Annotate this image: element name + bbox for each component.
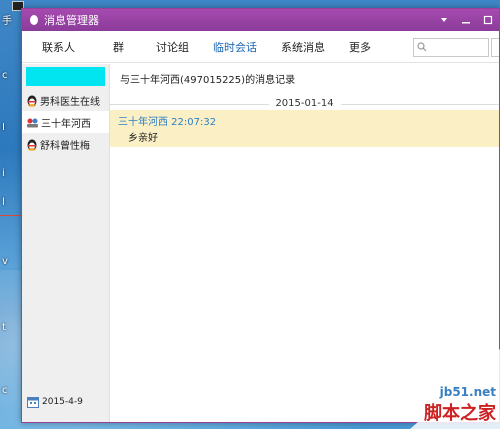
desktop-label: c: [2, 70, 8, 81]
menu-system-messages[interactable]: 系统消息: [269, 39, 337, 55]
group-icon: [27, 118, 38, 127]
qq-penguin-icon: [27, 95, 37, 106]
date-picker-value: 2015-4-9: [42, 397, 83, 407]
contact-name: 男科医生在线: [40, 96, 100, 108]
watermark: jb51.net 脚本之家: [424, 385, 496, 425]
menu-bar: 联系人 群 讨论组 临时会话 系统消息 更多: [22, 31, 499, 63]
watermark-name: 脚本之家: [424, 403, 496, 424]
search-icon: [417, 42, 427, 52]
minimize-button[interactable]: [433, 9, 455, 31]
maximize-button[interactable]: [477, 9, 499, 31]
contact-item[interactable]: 舒科曾性梅: [22, 133, 109, 155]
menu-more[interactable]: 更多: [337, 39, 383, 55]
contact-item-selected[interactable]: 三十年河西: [22, 111, 109, 133]
desktop-label: v: [2, 256, 8, 267]
contact-item[interactable]: 男科医生在线: [22, 89, 109, 111]
menu-temp-sessions[interactable]: 临时会话: [201, 39, 269, 55]
menu-discussions[interactable]: 讨论组: [144, 39, 201, 55]
contact-sidebar: 男科医生在线 三十年河西 舒科曾性梅 2015-4-9: [22, 64, 110, 422]
window-title: 消息管理器: [44, 14, 99, 27]
maximize-icon: [483, 15, 493, 25]
date-label: 2015-01-14: [268, 98, 341, 109]
contact-name: 三十年河西: [41, 118, 91, 130]
menu-extra-button[interactable]: [491, 38, 499, 57]
watermark-site: jb51.net: [439, 385, 496, 399]
desktop-label: i: [2, 168, 5, 179]
message-item[interactable]: 三十年河西 22:07:32 乡亲好: [110, 110, 499, 147]
chevron-down-icon: [441, 18, 447, 22]
message-sender-time: 三十年河西 22:07:32: [118, 117, 217, 128]
contact-name: 舒科曾性梅: [40, 140, 90, 152]
menu-groups[interactable]: 群: [101, 39, 144, 55]
sidebar-search-field[interactable]: [26, 67, 105, 86]
menu-contacts[interactable]: 联系人: [22, 39, 101, 55]
desktop-label: 手: [2, 16, 12, 27]
titlebar[interactable]: 消息管理器: [22, 9, 499, 31]
date-separator: 2015-01-14: [110, 98, 499, 110]
qq-penguin-icon: [30, 15, 38, 25]
desktop-label: c: [2, 385, 8, 396]
desktop-label: Ⅰ: [2, 122, 5, 133]
qq-penguin-icon: [27, 139, 37, 150]
desktop-label: t: [2, 322, 6, 333]
date-picker[interactable]: 2015-4-9: [27, 396, 83, 408]
minimize-icon: [462, 22, 470, 24]
desktop-label: l: [2, 197, 5, 208]
minimize-window-button[interactable]: [455, 9, 477, 31]
message-text: 乡亲好: [128, 133, 158, 144]
search-box: [413, 38, 489, 57]
record-title: 与三十年河西(497015225)的消息记录: [120, 75, 296, 86]
calendar-icon: [27, 397, 39, 408]
